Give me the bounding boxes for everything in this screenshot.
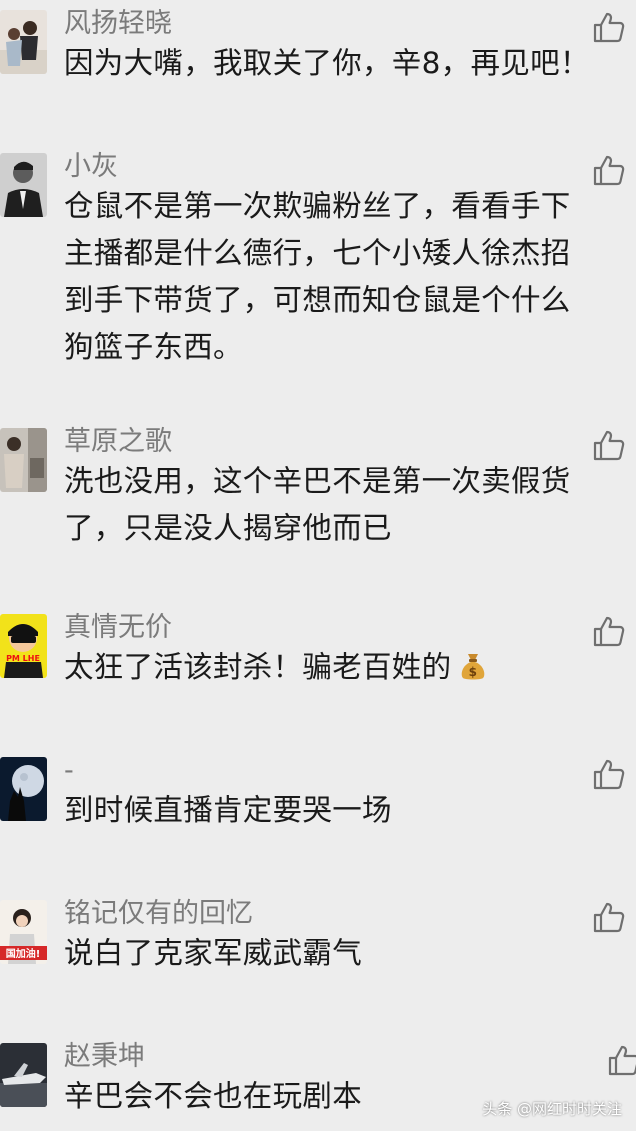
avatar[interactable] [0,10,47,74]
like-button[interactable] [592,428,626,462]
watermark: 头条 @网红时时关注 [482,1100,622,1118]
avatar[interactable] [0,757,47,821]
comment-text: 到时候直播肯定要哭一场 [64,793,392,827]
svg-text:$: $ [469,665,478,679]
commenter-name[interactable]: 赵秉坤 [64,1037,145,1077]
avatar[interactable] [0,153,47,217]
like-button[interactable] [592,900,626,934]
like-button[interactable] [592,153,626,187]
thumbs-up-icon [593,616,625,647]
thumbs-up-icon [593,759,625,790]
avatar-text: 国加油! [6,947,41,960]
commenter-name[interactable]: - [64,751,74,791]
commenter-name[interactable]: 风扬轻晓 [64,4,172,44]
comment-text: 说白了克家军威武霸气 [64,936,363,970]
comment-text: 因为大嘴，我取关了你，辛8，再见吧！ [64,46,590,80]
thumbs-up-icon [608,1045,636,1076]
avatar[interactable]: PM LHE [0,614,47,678]
comment-list: 风扬轻晓 因为大嘴，我取关了你，辛8，再见吧！ 小灰 仓鼠不是第一次欺骗粉丝了，… [0,0,636,1131]
avatar[interactable] [0,428,47,492]
commenter-name[interactable]: 小灰 [64,147,118,187]
thumbs-up-icon [593,12,625,43]
like-button[interactable] [592,10,626,44]
comment-text: 太狂了活该封杀！骗老百姓的 $ [64,644,636,695]
avatar[interactable]: 国加油! [0,900,47,964]
comment-text: 仓鼠不是第一次欺骗粉丝了，看看手下 主播都是什么德行，七个小矮人徐杰招 到手下带… [64,189,571,364]
thumbs-up-icon [593,902,625,933]
avatar[interactable] [0,1043,47,1107]
commenter-name[interactable]: 真情无价 [64,608,172,648]
like-button[interactable] [592,757,626,791]
comment-text: 洗也没用，这个辛巴不是第一次卖假货 了，只是没人揭穿他而已 [64,464,571,545]
avatar-text: PM LHE [6,654,40,663]
like-button[interactable] [607,1043,636,1077]
thumbs-up-icon [593,430,625,461]
thumbs-up-icon [593,155,625,186]
commenter-name[interactable]: 草原之歌 [64,422,172,462]
comment-text-body: 太狂了活该封杀！骗老百姓的 [64,650,452,684]
commenter-name[interactable]: 铭记仅有的回忆 [64,894,253,934]
money-bag-icon: $ [459,648,487,695]
like-button[interactable] [592,614,626,648]
